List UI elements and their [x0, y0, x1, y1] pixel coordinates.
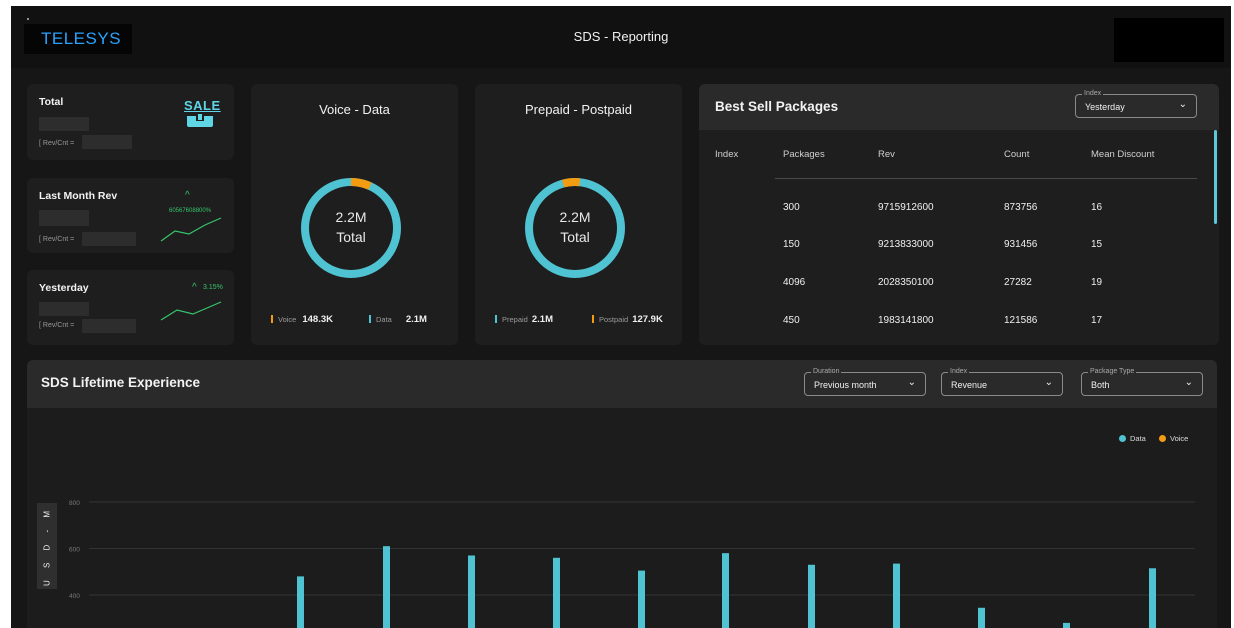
yesterday-revcnt-label: [ Rev/Cnt =: [39, 322, 75, 329]
col-index[interactable]: Index: [715, 149, 738, 160]
bar-data[interactable]: [383, 546, 390, 628]
trend-up-icon: ^: [185, 190, 190, 201]
legend-prepaid: Prepaid 2.1M: [495, 314, 553, 325]
table-cell: 931456: [1004, 239, 1038, 250]
bar-data[interactable]: [553, 557, 560, 628]
table-cell: 4096: [783, 277, 806, 288]
legend-voice: Voice 148.3K: [271, 314, 333, 325]
yesterday-revcnt-value: [82, 319, 136, 333]
table-cell: 150: [783, 239, 800, 250]
table-cell: 1983141800: [878, 315, 934, 326]
prepaid-postpaid-title: Prepaid - Postpaid: [525, 102, 632, 117]
prepaid-postpaid-card: Prepaid - Postpaid 2.2M Total Prepaid 2.1…: [475, 84, 682, 345]
total-label: Total: [39, 96, 64, 108]
table-cell: 19: [1091, 277, 1103, 288]
y-tick-label: 600: [69, 547, 80, 554]
bar-data[interactable]: [297, 576, 304, 628]
table-divider: [775, 178, 1197, 179]
total-card: Total SALE [ Rev/Cnt =: [27, 84, 234, 160]
y-tick-label: 400: [69, 593, 80, 600]
best-sell-header: Best Sell Packages Index Yesterday ⌄: [699, 84, 1219, 130]
sale-icon: SALE: [184, 98, 220, 128]
window-dot: [27, 18, 29, 20]
bar-data[interactable]: [893, 563, 900, 628]
legend-postpaid: Postpaid 127.9K: [592, 314, 663, 325]
last-month-revcnt-label: [ Rev/Cnt =: [39, 236, 75, 243]
voice-data-center: 2.2M Total: [335, 209, 367, 245]
last-month-sparkline: [160, 217, 222, 242]
table-cell: 16: [1091, 202, 1103, 213]
total-revcnt-value: [82, 135, 132, 149]
bar-data[interactable]: [638, 570, 645, 628]
best-sell-card: Best Sell Packages Index Yesterday ⌄ Ind…: [699, 84, 1219, 345]
col-rev[interactable]: Rev: [878, 149, 895, 160]
bar-data[interactable]: [468, 555, 475, 628]
table-cell: 2028350100: [878, 277, 934, 288]
app-title: SDS - Reporting: [573, 29, 669, 44]
bar-data[interactable]: [808, 564, 815, 628]
index-select[interactable]: Index Yesterday ⌄: [1075, 89, 1197, 118]
bar-data[interactable]: [1063, 622, 1070, 628]
lifetime-bar-chart: 200400600800: [69, 500, 1195, 628]
yesterday-change: 3.15%: [203, 284, 223, 291]
yesterday-sparkline: [160, 301, 222, 321]
bar-data[interactable]: [1149, 568, 1156, 628]
col-mean-discount[interactable]: Mean Discount: [1091, 149, 1154, 160]
table-cell: 121586: [1004, 315, 1038, 326]
total-revcnt-label: [ Rev/Cnt =: [39, 140, 75, 147]
trend-up-icon: ^: [192, 282, 197, 293]
table-cell: 27282: [1004, 277, 1032, 288]
legend-data: Data 2.1M: [369, 314, 427, 325]
table-cell: 450: [783, 315, 800, 326]
col-packages[interactable]: Packages: [783, 149, 825, 160]
total-value: [39, 117, 89, 131]
prepaid-postpaid-center: 2.2M Total: [559, 209, 591, 245]
table-cell: 9213833000: [878, 239, 934, 250]
yesterday-card: Yesterday ^ 3.15% [ Rev/Cnt =: [27, 270, 234, 345]
table-cell: 17: [1091, 315, 1103, 326]
table-cell: 15: [1091, 239, 1103, 250]
voice-data-card: Voice - Data 2.2M Total Voice 148.3K Data…: [251, 84, 458, 345]
app-header: TELESYS SDS - Reporting: [11, 6, 1231, 68]
bar-data[interactable]: [978, 607, 985, 628]
last-month-revcnt-value: [82, 232, 136, 246]
dashboard-window: TELESYS SDS - Reporting Total SALE [ Rev…: [11, 6, 1231, 628]
last-month-value: [39, 210, 89, 226]
voice-data-title: Voice - Data: [319, 102, 390, 117]
table-scrollbar[interactable]: [1214, 130, 1217, 224]
chevron-down-icon: ⌄: [1178, 99, 1187, 110]
yesterday-label: Yesterday: [39, 282, 89, 294]
y-tick-label: 800: [69, 500, 80, 507]
table-cell: 9715912600: [878, 202, 934, 213]
y-axis-label: U S D - M: [37, 503, 57, 589]
table-cell: 873756: [1004, 202, 1038, 213]
col-count[interactable]: Count: [1004, 149, 1029, 160]
user-area[interactable]: [1114, 18, 1224, 62]
yesterday-value: [39, 302, 89, 316]
best-sell-title: Best Sell Packages: [715, 99, 839, 114]
bar-data[interactable]: [722, 553, 729, 628]
last-month-label: Last Month Rev: [39, 190, 118, 202]
last-month-card: Last Month Rev ^ 60567608800% [ Rev/Cnt …: [27, 178, 234, 253]
lifetime-card: SDS Lifetime Experience Duration Previou…: [27, 360, 1217, 628]
table-cell: 300: [783, 202, 800, 213]
